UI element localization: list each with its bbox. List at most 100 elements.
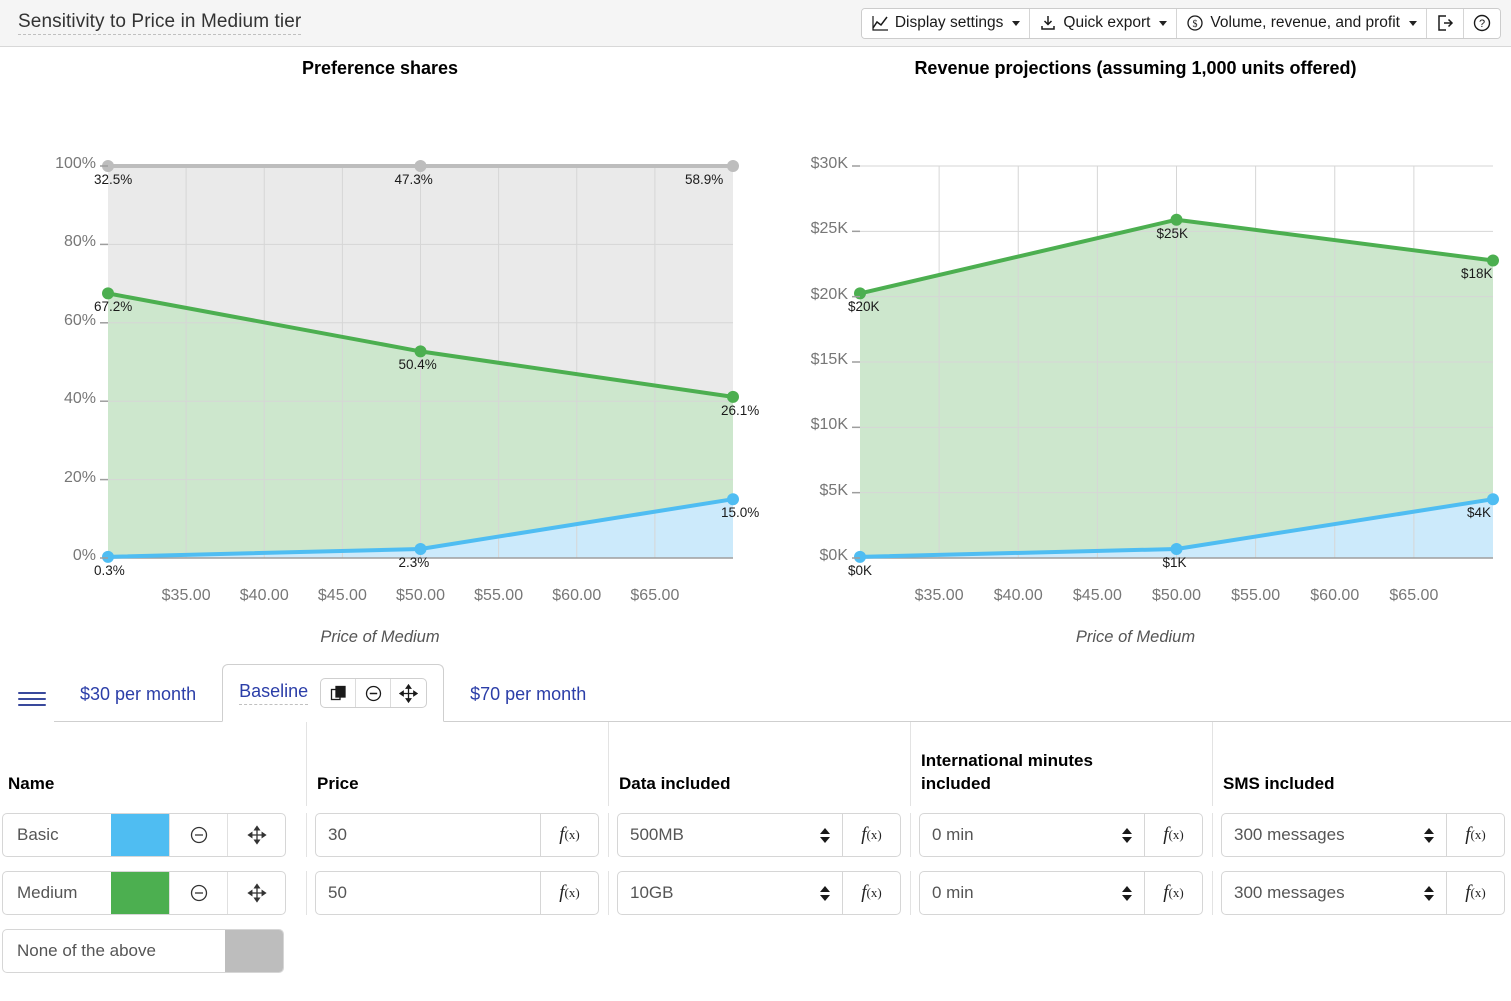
metric-selector-label: Volume, revenue, and profit	[1210, 14, 1400, 31]
intl-minutes-value[interactable]: 0 min	[920, 872, 1122, 914]
column-header-price: Price	[306, 722, 608, 806]
sms-group[interactable]: 300 messages f (x)	[1221, 813, 1505, 857]
stepper-icon[interactable]	[1424, 814, 1446, 856]
none-name-editor[interactable]: None of the above	[2, 929, 284, 973]
tab-70-per-month[interactable]: $70 per month	[444, 668, 613, 722]
stepper-icon[interactable]	[820, 872, 842, 914]
product-table: Name Price Data included International m…	[0, 722, 1511, 980]
app-header: Sensitivity to Price in Medium tier Disp…	[0, 0, 1511, 47]
formula-button[interactable]: f (x)	[540, 872, 598, 914]
x-axis-tick: $35.00	[914, 587, 964, 604]
x-axis-tick: $60.00	[1310, 587, 1360, 604]
formula-button[interactable]: f (x)	[1144, 814, 1202, 856]
tab-label[interactable]: Baseline	[239, 681, 309, 705]
price-value[interactable]: 30	[316, 814, 540, 856]
tabstrip-filler	[612, 668, 1511, 722]
download-icon	[1039, 14, 1057, 32]
chart-revenue-projections: Revenue projections (assuming 1,000 unit…	[760, 47, 1511, 646]
remove-row-icon[interactable]	[169, 814, 227, 856]
stepper-icon[interactable]	[1122, 814, 1144, 856]
product-name[interactable]: Medium	[3, 872, 111, 914]
metric-selector-button[interactable]: $ Volume, revenue, and profit	[1177, 8, 1427, 38]
data-point-label: $18K	[1461, 266, 1493, 282]
data-point-label: 47.3%	[394, 172, 433, 187]
formula-button[interactable]: f (x)	[1446, 872, 1504, 914]
tab-30-per-month[interactable]: $30 per month	[54, 668, 223, 722]
intl-minutes-group[interactable]: 0 min f (x)	[919, 871, 1203, 915]
cell-sms: 300 messages f (x)	[1212, 871, 1511, 915]
chart-preference-shares: Preference shares 0% 20% 40% 60% 80% 100% $35.0…	[0, 47, 760, 646]
data-point-label: $4K	[1467, 505, 1492, 521]
column-header-name: Name	[8, 774, 55, 794]
minus-circle-icon[interactable]	[356, 679, 392, 707]
help-button[interactable]: ?	[1464, 8, 1500, 38]
name-editor[interactable]: Medium	[2, 871, 286, 915]
sms-value[interactable]: 300 messages	[1222, 872, 1424, 914]
sms-value[interactable]: 300 messages	[1222, 814, 1424, 856]
data-included-group[interactable]: 10GB f (x)	[617, 871, 901, 915]
formula-button[interactable]: f (x)	[1144, 872, 1202, 914]
stepper-icon[interactable]	[1122, 872, 1144, 914]
data-included-value[interactable]: 10GB	[618, 872, 820, 914]
quick-export-label: Quick export	[1063, 14, 1151, 31]
color-swatch[interactable]	[225, 930, 283, 972]
x-axis-label: Price of Medium	[1075, 628, 1196, 646]
chevron-down-icon	[1012, 20, 1021, 26]
hamburger-icon[interactable]	[18, 692, 46, 706]
price-value[interactable]: 50	[316, 872, 540, 914]
color-swatch[interactable]	[111, 814, 169, 856]
x-axis-tick: $45.00	[1072, 587, 1122, 604]
y-axis-tick: 60%	[63, 311, 96, 329]
formula-button[interactable]: f (x)	[1446, 814, 1504, 856]
page-title[interactable]: Sensitivity to Price in Medium tier	[18, 11, 302, 35]
intl-minutes-group[interactable]: 0 min f (x)	[919, 813, 1203, 857]
tab-label: $70 per month	[470, 684, 587, 704]
question-circle-icon: ?	[1472, 13, 1492, 33]
svg-text:$: $	[1193, 19, 1198, 30]
move-row-icon[interactable]	[227, 872, 285, 914]
intl-minutes-value[interactable]: 0 min	[920, 814, 1122, 856]
chevron-down-icon	[1409, 20, 1417, 26]
cell-intl-minutes: 0 min f (x)	[910, 813, 1212, 857]
stepper-icon[interactable]	[1424, 872, 1446, 914]
display-settings-button[interactable]: Display settings	[861, 8, 1031, 38]
formula-button[interactable]: f (x)	[842, 872, 900, 914]
name-editor[interactable]: Basic	[2, 813, 286, 857]
plot-area	[100, 160, 739, 563]
price-input-group[interactable]: 50 f (x)	[315, 871, 599, 915]
x-axis-tick: $65.00	[630, 587, 680, 604]
x-axis-tick: $50.00	[396, 587, 445, 604]
duplicate-icon[interactable]	[321, 679, 357, 707]
cell-name: Medium	[0, 871, 306, 915]
data-point-label: 2.3%	[398, 554, 430, 570]
data-point-label: $0K	[848, 562, 873, 578]
quick-export-button[interactable]: Quick export	[1030, 8, 1178, 38]
chevron-down-icon	[1159, 20, 1168, 26]
product-name[interactable]: Basic	[3, 814, 111, 856]
y-axis-tick: $30K	[810, 155, 848, 172]
sms-group[interactable]: 300 messages f (x)	[1221, 871, 1505, 915]
tab-baseline[interactable]: Baseline	[222, 664, 445, 722]
formula-button[interactable]: f (x)	[540, 814, 598, 856]
cell-sms: 300 messages f (x)	[1212, 813, 1511, 857]
remove-row-icon[interactable]	[169, 872, 227, 914]
cell-name: Basic	[0, 813, 306, 857]
table-header-row: Name Price Data included International m…	[0, 722, 1511, 806]
move-row-icon[interactable]	[227, 814, 285, 856]
x-axis-tick: $40.00	[993, 587, 1043, 604]
data-included-value[interactable]: 500MB	[618, 814, 820, 856]
x-axis-tick: $45.00	[317, 587, 367, 604]
data-included-group[interactable]: 500MB f (x)	[617, 813, 901, 857]
x-axis-tick: $65.00	[1389, 587, 1439, 604]
data-point-label: 32.5%	[94, 172, 133, 187]
x-axis-tick: $40.00	[239, 587, 289, 604]
price-input-group[interactable]: 30 f (x)	[315, 813, 599, 857]
export-view-button[interactable]	[1427, 8, 1464, 38]
header-toolbar: Display settings Quick export $ Volume, …	[860, 7, 1501, 39]
move-icon[interactable]	[391, 679, 426, 707]
formula-button[interactable]: f (x)	[842, 814, 900, 856]
color-swatch[interactable]	[111, 872, 169, 914]
table-row: Basic 30 f (x) 500MB f (x) 0 min f (x) 3…	[0, 806, 1511, 864]
toolbar-group: Display settings Quick export $ Volume, …	[860, 7, 1501, 39]
stepper-icon[interactable]	[820, 814, 842, 856]
